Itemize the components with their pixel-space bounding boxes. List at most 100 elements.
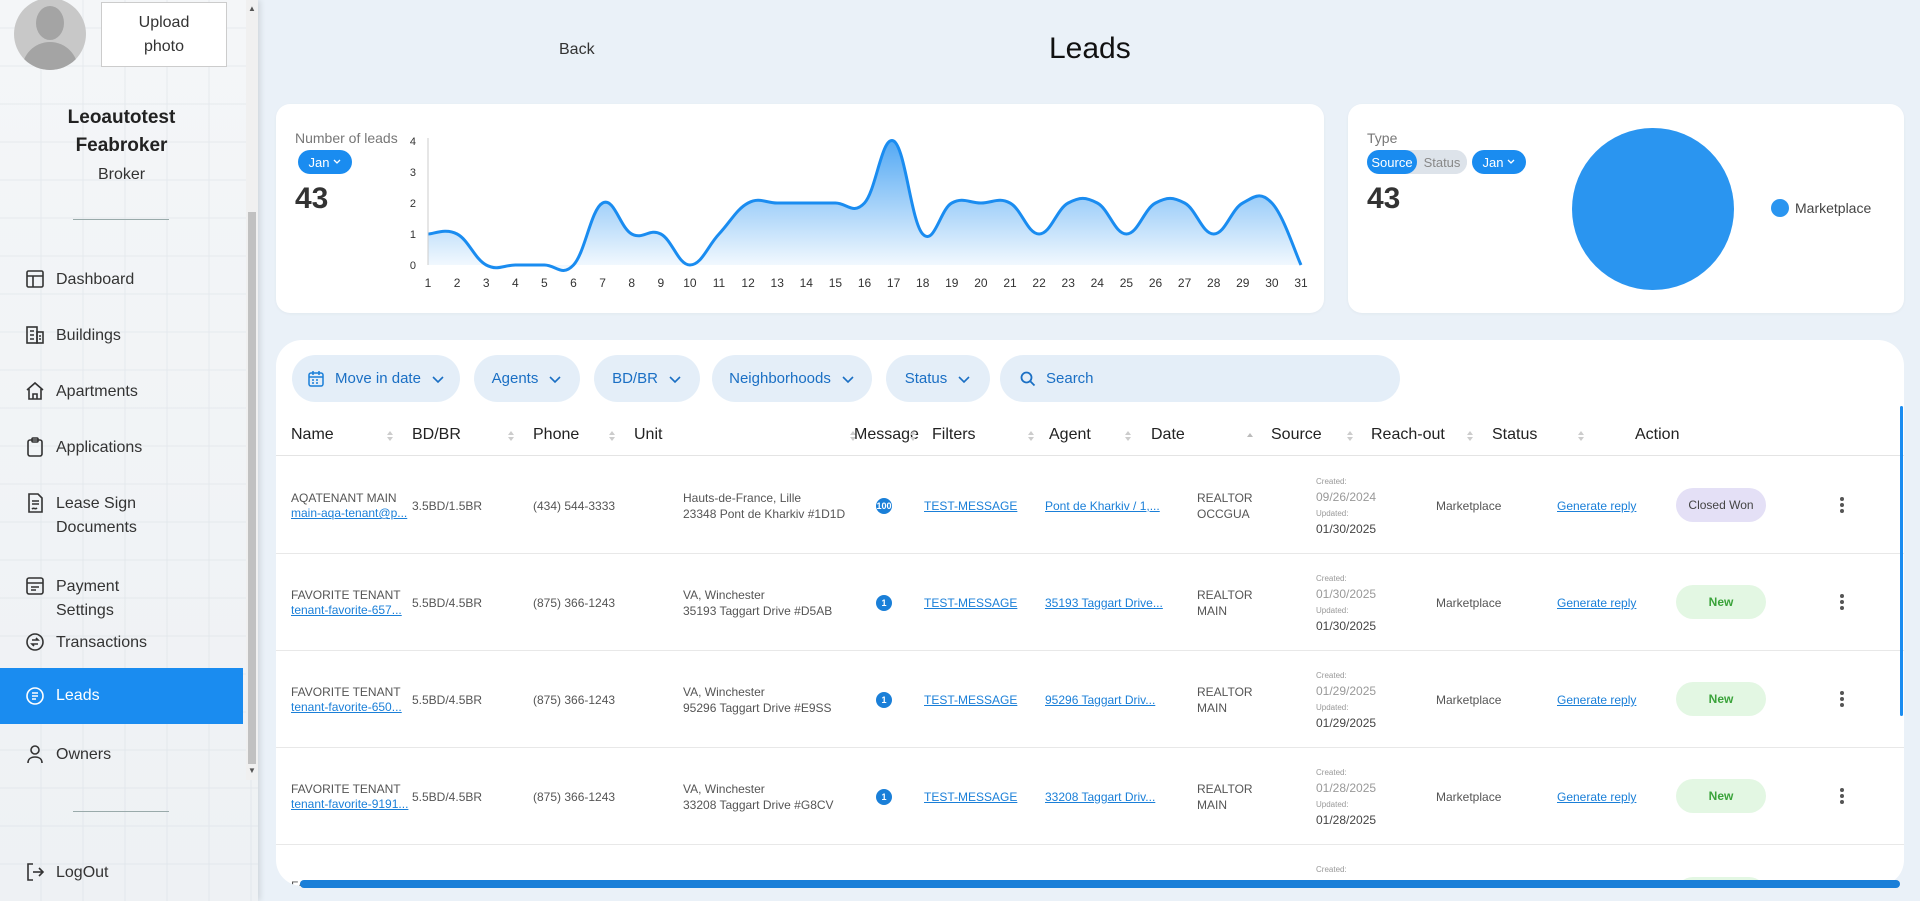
source-toggle[interactable]: Source xyxy=(1367,150,1417,174)
sidebar-item-applications[interactable]: Applications xyxy=(0,436,243,460)
data-point-11[interactable] xyxy=(717,232,721,236)
lead-email[interactable]: tenant-favorite-9191... xyxy=(291,796,411,812)
more-actions-icon[interactable] xyxy=(1832,689,1852,709)
message-link[interactable]: TEST-MESSAGE xyxy=(924,595,1017,611)
data-point-12[interactable] xyxy=(746,201,750,205)
sidebar-item-dashboard[interactable]: Dashboard xyxy=(0,268,243,292)
filters-link[interactable]: Pont de Kharkiv / 1,... xyxy=(1045,498,1163,514)
search-input[interactable] xyxy=(1046,370,1376,387)
generate-reply-link[interactable]: Generate reply xyxy=(1557,789,1636,805)
sort-icon[interactable] xyxy=(909,429,917,443)
data-point-10[interactable] xyxy=(688,263,692,267)
data-point-24[interactable] xyxy=(1095,201,1099,205)
sidebar-item-leads[interactable]: Leads xyxy=(0,668,243,724)
data-point-17[interactable] xyxy=(892,139,896,143)
generate-reply-link[interactable]: Generate reply xyxy=(1557,498,1636,514)
data-point-20[interactable] xyxy=(979,201,983,205)
column-header-reach-out[interactable]: Reach-out xyxy=(1371,420,1445,450)
sort-icon[interactable] xyxy=(1346,429,1354,443)
scroll-down-arrow-icon[interactable]: ▼ xyxy=(247,766,257,775)
more-actions-icon[interactable] xyxy=(1832,786,1852,806)
agents-filter[interactable]: Agents xyxy=(474,355,580,402)
data-point-28[interactable] xyxy=(1212,232,1216,236)
column-header-date[interactable]: Date xyxy=(1151,420,1185,450)
data-point-29[interactable] xyxy=(1241,201,1245,205)
sidebar-item-owners[interactable]: Owners xyxy=(0,743,243,767)
data-point-30[interactable] xyxy=(1270,201,1274,205)
sidebar-item-lease-sign-documents[interactable]: Lease Sign Documents xyxy=(0,492,243,540)
column-header-unit[interactable]: Unit xyxy=(634,420,662,450)
data-point-15[interactable] xyxy=(833,201,837,205)
data-point-2[interactable] xyxy=(455,232,459,236)
bdbr-filter[interactable]: BD/BR xyxy=(594,355,700,402)
sidebar-item-payment-settings[interactable]: Payment Settings xyxy=(0,575,243,623)
data-point-23[interactable] xyxy=(1066,201,1070,205)
data-point-5[interactable] xyxy=(542,263,546,267)
sidebar-item-transactions[interactable]: Transactions xyxy=(0,631,243,655)
back-button[interactable]: Back xyxy=(559,41,595,59)
sort-icon[interactable] xyxy=(608,429,616,443)
column-header-name[interactable]: Name xyxy=(291,420,334,450)
data-point-6[interactable] xyxy=(572,263,576,267)
more-actions-icon[interactable] xyxy=(1832,495,1852,515)
sort-icon[interactable] xyxy=(1124,429,1132,443)
data-point-3[interactable] xyxy=(484,263,488,267)
sort-icon[interactable] xyxy=(386,429,394,443)
data-point-13[interactable] xyxy=(775,201,779,205)
sort-icon[interactable] xyxy=(1577,429,1585,443)
pie-slice-marketplace[interactable] xyxy=(1572,128,1734,290)
table-scrollbar[interactable] xyxy=(1900,406,1903,716)
data-point-31[interactable] xyxy=(1299,263,1303,267)
more-actions-icon[interactable] xyxy=(1832,592,1852,612)
status-toggle[interactable]: Status xyxy=(1417,150,1467,174)
data-point-8[interactable] xyxy=(630,232,634,236)
column-header-filters[interactable]: Filters xyxy=(932,420,976,450)
generate-reply-link[interactable]: Generate reply xyxy=(1557,595,1636,611)
column-header-bd-br[interactable]: BD/BR xyxy=(412,420,461,450)
logout-button[interactable]: LogOut xyxy=(0,861,243,885)
status-badge[interactable]: New xyxy=(1676,682,1766,716)
column-header-source[interactable]: Source xyxy=(1271,420,1322,450)
message-link[interactable]: TEST-MESSAGE xyxy=(924,498,1017,514)
column-header-agent[interactable]: Agent xyxy=(1049,420,1091,450)
table-row[interactable]: FAVORITE TENANT tenant-favorite-650... 5.5… xyxy=(276,651,1904,748)
sidebar-item-apartments[interactable]: Apartments xyxy=(0,380,243,404)
sort-icon[interactable] xyxy=(1466,429,1474,443)
data-point-4[interactable] xyxy=(513,263,517,267)
filters-link[interactable]: 35193 Taggart Drive... xyxy=(1045,595,1163,611)
upload-photo-button[interactable]: Upload photo xyxy=(101,2,227,67)
data-point-7[interactable] xyxy=(601,201,605,205)
status-filter[interactable]: Status xyxy=(886,355,990,402)
status-badge[interactable]: New xyxy=(1676,585,1766,619)
sidebar-scroll-thumb[interactable] xyxy=(248,212,256,764)
column-header-status[interactable]: Status xyxy=(1492,420,1537,450)
horizontal-scrollbar[interactable] xyxy=(300,880,1900,888)
data-point-26[interactable] xyxy=(1154,201,1158,205)
sidebar-item-buildings[interactable]: Buildings xyxy=(0,324,243,348)
sort-icon[interactable] xyxy=(507,429,515,443)
data-point-14[interactable] xyxy=(804,201,808,205)
data-point-22[interactable] xyxy=(1037,232,1041,236)
data-point-19[interactable] xyxy=(950,201,954,205)
table-row[interactable]: FAVORITE TENANT tenant-favorite-9191... 5.… xyxy=(276,748,1904,845)
table-row[interactable]: FAVORITE TENANT tenant-favorite-657... 5.5… xyxy=(276,554,1904,651)
lead-email[interactable]: main-aqa-tenant@p... xyxy=(291,505,411,521)
scroll-up-arrow-icon[interactable]: ▲ xyxy=(247,4,257,13)
sort-icon[interactable] xyxy=(1027,429,1035,443)
leads-month-dropdown[interactable]: Jan xyxy=(298,150,352,174)
status-badge[interactable]: Closed Won xyxy=(1676,488,1766,522)
data-point-16[interactable] xyxy=(863,201,867,205)
data-point-25[interactable] xyxy=(1124,232,1128,236)
lead-email[interactable]: tenant-favorite-657... xyxy=(291,602,411,618)
move-in-date-filter[interactable]: Move in date xyxy=(292,355,460,402)
column-header-phone[interactable]: Phone xyxy=(533,420,579,450)
filters-link[interactable]: 95296 Taggart Driv... xyxy=(1045,692,1163,708)
lead-email[interactable]: tenant-favorite-650... xyxy=(291,699,411,715)
data-point-9[interactable] xyxy=(659,232,663,236)
generate-reply-link[interactable]: Generate reply xyxy=(1557,692,1636,708)
message-link[interactable]: TEST-MESSAGE xyxy=(924,692,1017,708)
data-point-21[interactable] xyxy=(1008,201,1012,205)
data-point-18[interactable] xyxy=(921,232,925,236)
status-badge[interactable]: New xyxy=(1676,779,1766,813)
message-link[interactable]: TEST-MESSAGE xyxy=(924,789,1017,805)
